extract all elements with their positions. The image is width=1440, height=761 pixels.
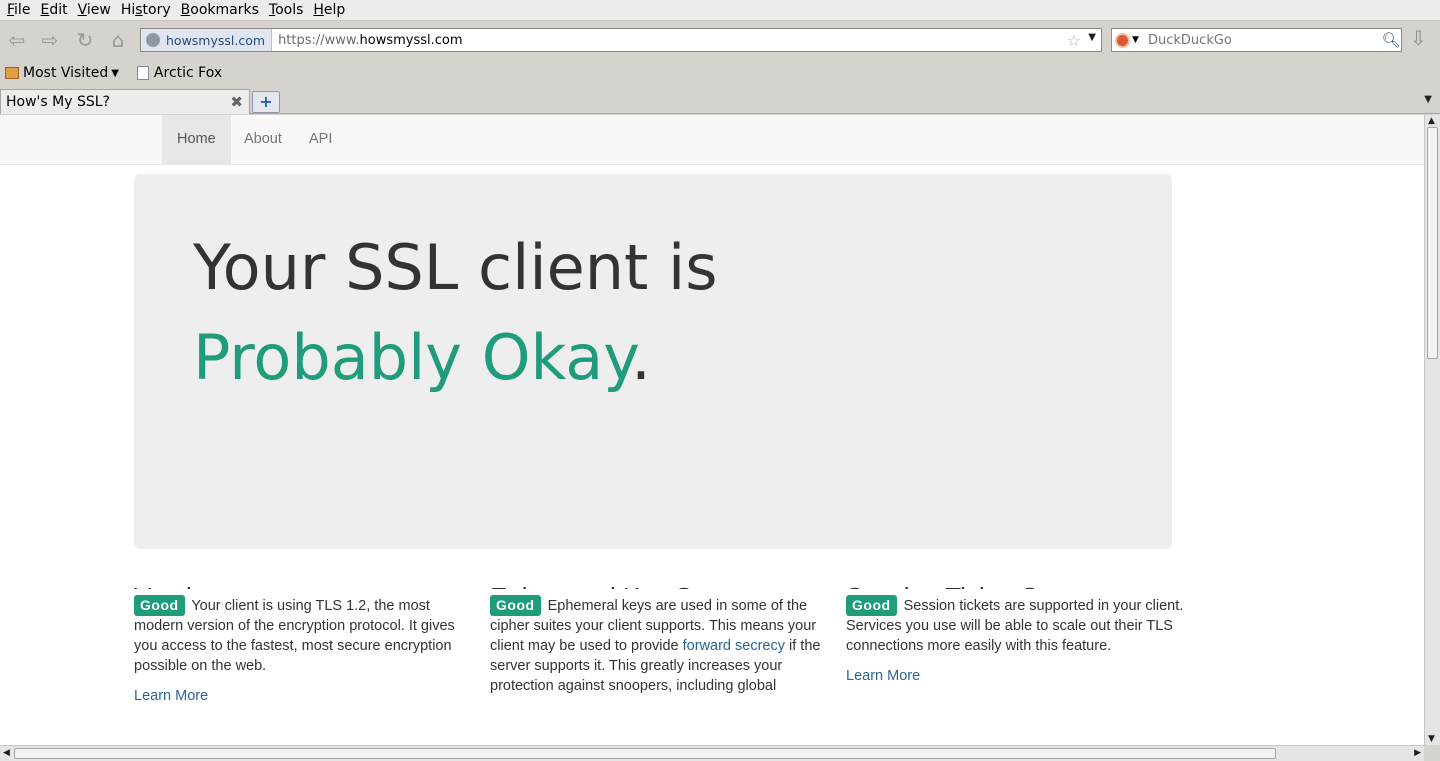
scroll-up-icon[interactable]: ▲ bbox=[1428, 116, 1435, 126]
status-badge: Good bbox=[490, 595, 541, 616]
plus-icon: + bbox=[259, 92, 273, 111]
home-button[interactable]: ⌂ bbox=[104, 26, 132, 54]
forward-arrow-icon: ⇨ bbox=[41, 28, 59, 52]
menu-help-rest: elp bbox=[323, 2, 346, 18]
menu-history-pre: Hi bbox=[120, 2, 136, 18]
site-nav-home[interactable]: Home bbox=[162, 115, 231, 164]
url-prefix: https://www. bbox=[278, 32, 360, 48]
url-bar[interactable]: howsmyssl.com https://www.howsmyssl.com … bbox=[140, 28, 1102, 52]
site-navbar: Home About API bbox=[0, 115, 1424, 165]
column-heading: Session Ticket Support bbox=[846, 575, 1186, 589]
page-icon bbox=[136, 66, 149, 80]
status-badge: Good bbox=[846, 595, 897, 616]
url-text[interactable]: https://www.howsmyssl.com bbox=[278, 33, 1101, 48]
scroll-right-icon[interactable]: ▶ bbox=[1414, 748, 1421, 758]
forward-secrecy-link[interactable]: forward secrecy bbox=[683, 638, 785, 654]
menu-tools[interactable]: Tools bbox=[264, 0, 309, 20]
version-column: Version Good Your client is using TLS 1.… bbox=[134, 582, 474, 706]
search-engine-selector[interactable]: ▼ bbox=[1112, 32, 1148, 48]
tab-title: How's My SSL? bbox=[6, 94, 110, 110]
vertical-scroll-thumb[interactable] bbox=[1427, 127, 1438, 359]
chevron-down-icon: ▼ bbox=[111, 67, 119, 79]
back-arrow-icon: ⇦ bbox=[8, 28, 26, 52]
duckduckgo-icon bbox=[1115, 32, 1130, 48]
search-input[interactable] bbox=[1148, 32, 1381, 48]
horizontal-scrollbar[interactable]: ◀ ▶ bbox=[0, 745, 1424, 761]
menu-tools-rest: ools bbox=[275, 2, 304, 18]
status-badge: Good bbox=[134, 595, 185, 616]
menu-bar: File Edit View History Bookmarks Tools H… bbox=[0, 0, 1440, 21]
bookmark-label: Arctic Fox bbox=[153, 65, 223, 81]
column-text: Good Your client is using TLS 1.2, the m… bbox=[134, 595, 474, 676]
column-text: Good Session tickets are supported in yo… bbox=[846, 595, 1186, 656]
globe-icon bbox=[146, 33, 160, 47]
download-arrow-icon[interactable]: ⇩ bbox=[1410, 26, 1427, 50]
horizontal-scroll-thumb[interactable] bbox=[14, 748, 1276, 759]
search-bar[interactable]: ▼ 🔍︎ bbox=[1111, 28, 1402, 52]
home-icon: ⌂ bbox=[111, 28, 125, 52]
ephemeral-keys-column: Ephemeral Key Support Good Ephemeral key… bbox=[490, 582, 830, 696]
column-heading: Version bbox=[134, 575, 474, 589]
close-icon[interactable]: ✖ bbox=[230, 93, 243, 111]
menu-file[interactable]: File bbox=[2, 0, 35, 20]
bookmark-label: Most Visited bbox=[23, 65, 109, 81]
menu-history-rest: tory bbox=[142, 2, 171, 18]
menu-file-rest: ile bbox=[14, 2, 31, 18]
rating-line: Probably Okay. bbox=[193, 321, 651, 394]
menu-edit[interactable]: Edit bbox=[35, 0, 72, 20]
site-nav-api[interactable]: API bbox=[294, 115, 347, 164]
site-identity-label: howsmyssl.com bbox=[166, 32, 266, 48]
bookmark-most-visited[interactable]: Most Visited ▼ bbox=[5, 65, 119, 81]
new-tab-button[interactable]: + bbox=[252, 91, 280, 113]
chevron-down-icon: ▼ bbox=[1132, 35, 1139, 45]
reload-icon: ↻ bbox=[76, 28, 94, 52]
forward-button[interactable]: ⇨ bbox=[36, 26, 64, 54]
url-domain: howsmyssl.com bbox=[359, 32, 463, 48]
menu-help[interactable]: Help bbox=[308, 0, 350, 20]
bookmark-star-icon[interactable]: ☆ bbox=[1067, 31, 1081, 50]
result-jumbotron: Your SSL client is Probably Okay. bbox=[134, 174, 1172, 549]
scroll-down-icon[interactable]: ▼ bbox=[1428, 734, 1435, 744]
learn-more-link[interactable]: Learn More bbox=[846, 666, 1186, 686]
vertical-scrollbar[interactable]: ▲ ▼ bbox=[1424, 115, 1440, 745]
bookmark-arctic-fox[interactable]: Arctic Fox bbox=[136, 65, 223, 81]
menu-view-rest: iew bbox=[86, 2, 111, 18]
tab-hows-my-ssl[interactable]: How's My SSL? ✖ bbox=[0, 89, 250, 114]
site-nav-about[interactable]: About bbox=[229, 115, 297, 164]
site-identity-button[interactable]: howsmyssl.com bbox=[141, 29, 273, 51]
search-icon[interactable]: 🔍︎ bbox=[1381, 31, 1401, 49]
scroll-left-icon[interactable]: ◀ bbox=[3, 748, 10, 758]
column-heading: Ephemeral Key Support bbox=[490, 575, 830, 589]
list-all-tabs-icon[interactable]: ▼ bbox=[1424, 94, 1432, 105]
rating-suffix: . bbox=[631, 321, 651, 394]
column-text: Good Ephemeral keys are used in some of … bbox=[490, 595, 830, 696]
navigation-toolbar: ⇦ ⇨ ↻ ⌂ howsmyssl.com https://www.howsmy… bbox=[0, 22, 1440, 58]
menu-view[interactable]: View bbox=[73, 0, 116, 20]
bookmarks-toolbar: Most Visited ▼ Arctic Fox bbox=[0, 60, 1440, 86]
folder-icon bbox=[5, 67, 19, 79]
menu-history[interactable]: History bbox=[116, 0, 176, 20]
menu-bookmarks-rest: ookmarks bbox=[190, 2, 259, 18]
back-button[interactable]: ⇦ bbox=[3, 26, 31, 54]
menu-edit-rest: dit bbox=[49, 2, 68, 18]
reload-button[interactable]: ↻ bbox=[71, 26, 99, 54]
learn-more-link[interactable]: Learn More bbox=[134, 686, 474, 706]
session-tickets-column: Session Ticket Support Good Session tick… bbox=[846, 582, 1186, 686]
menu-bookmarks[interactable]: Bookmarks bbox=[176, 0, 264, 20]
tab-strip: How's My SSL? ✖ + ▼ bbox=[0, 88, 1440, 114]
scrollbar-corner bbox=[1424, 745, 1440, 761]
column-body: Session tickets are supported in your cl… bbox=[846, 598, 1184, 654]
headline: Your SSL client is bbox=[193, 231, 718, 304]
url-history-dropdown-icon[interactable]: ▼ bbox=[1088, 32, 1096, 43]
rating-text: Probably Okay bbox=[193, 321, 632, 394]
page-viewport: Home About API Your SSL client is Probab… bbox=[0, 115, 1424, 745]
